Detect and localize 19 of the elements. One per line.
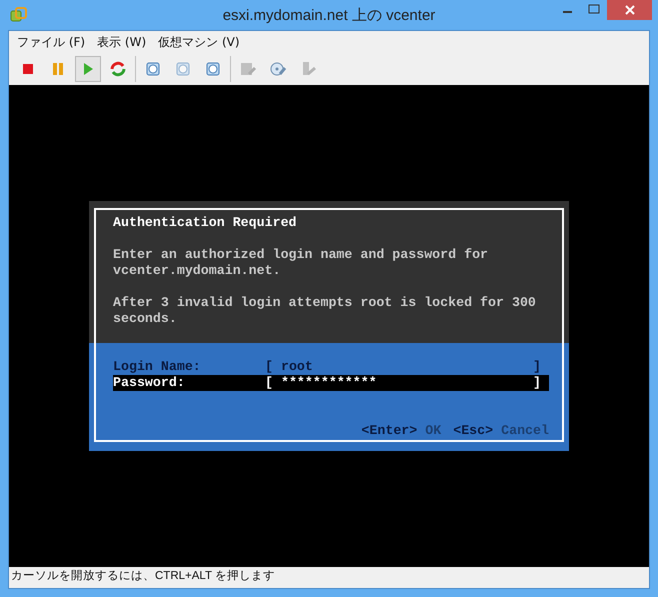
snapshot-icon <box>144 60 162 78</box>
dialog-message: Enter an authorized login name and password for vcenter.mydomain.net. <box>113 247 490 279</box>
cd-icon <box>269 60 287 78</box>
menu-item[interactable]: ファイル (F) <box>17 34 86 50</box>
dialog-title: Authentication Required <box>113 215 298 231</box>
menu-item[interactable]: 仮想マシン (V) <box>158 34 240 50</box>
close-icon <box>624 4 636 16</box>
menu-item[interactable]: 表示 (W) <box>97 34 146 50</box>
dialog-message: After 3 invalid login attempts root is locked for 300 seconds. <box>113 295 537 327</box>
login-field[interactable]: Password: [ ************ ] <box>113 375 549 391</box>
app-icon <box>10 6 28 24</box>
snapshot-icon <box>174 60 192 78</box>
refresh-icon <box>109 60 127 78</box>
window-title: esxi.mydomain.net 上の vcenter <box>222 6 436 24</box>
play-button[interactable] <box>75 56 101 82</box>
snapshot-icon <box>204 60 222 78</box>
status-text: カーソルを開放するには、CTRL+ALT を押します <box>11 570 275 582</box>
close-button[interactable] <box>607 0 652 20</box>
drive-icon <box>239 60 257 78</box>
